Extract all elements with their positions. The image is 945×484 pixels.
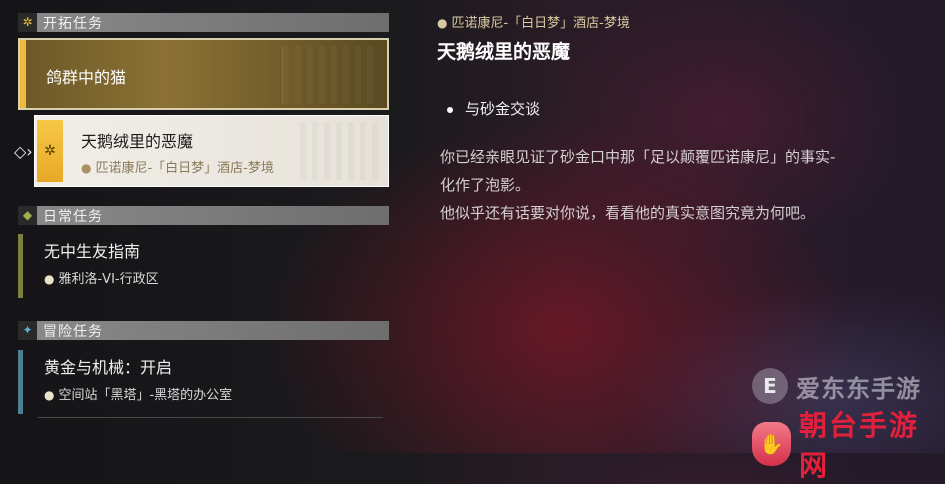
category-header-daily: ◆ 日常任务 — [18, 206, 389, 225]
mission-title: 天鹅绒里的恶魔 — [81, 132, 194, 151]
category-label: 日常任务 — [43, 208, 103, 225]
trailblaze-icon: ✲ — [18, 13, 37, 32]
objective-text: 与砂金交谈 — [465, 100, 541, 118]
mission-item-friend[interactable]: 无中生友指南 ● 雅利洛-VI-行政区 — [18, 232, 389, 300]
location-pin-icon: ● — [437, 16, 448, 30]
mission-title: 无中生友指南 — [44, 242, 141, 261]
detail-location: ● 匹诺康尼-「白日梦」酒店-梦境 — [437, 16, 630, 31]
hand-logo-icon: ✋ — [752, 422, 791, 466]
mission-item-pigeon[interactable]: 鸽群中的猫 — [18, 38, 389, 110]
mission-title: 鸽群中的猫 — [46, 68, 127, 87]
category-header-trailblaze: ✲ 开拓任务 — [18, 13, 389, 32]
category-header-adventure: ✦ 冒险任务 — [18, 321, 389, 340]
watermark-text: 朝台手游网 — [798, 409, 919, 482]
location-pin-icon: ● — [44, 272, 55, 286]
watermark-text: 爱东东手游 — [796, 374, 921, 403]
selected-pointer-icon: ◇› — [14, 142, 33, 161]
watermark-site2: ✋ 朝台手游网 — [752, 404, 945, 484]
category-label: 冒险任务 — [43, 323, 103, 340]
description-line: 你已经亲眼见证了砂金口中那「足以颠覆匹诺康尼」的事实- — [440, 148, 836, 166]
location-pin-icon: ● — [44, 388, 55, 402]
mission-item-gold[interactable]: 黄金与机械：开启 ● 空间站「黑塔」-黑塔的办公室 — [18, 348, 389, 418]
watermark-logo-icon: E — [752, 368, 788, 404]
list-divider — [38, 417, 383, 418]
detail-title: 天鹅绒里的恶魔 — [437, 41, 571, 63]
bullet-icon — [447, 106, 453, 113]
mission-location: ● 雅利洛-VI-行政区 — [44, 272, 159, 287]
detail-description: 你已经亲眼见证了砂金口中那「足以颠覆匹诺康尼」的事实- 化作了泡影。 他似乎还有… — [440, 143, 945, 227]
mission-accent-bar — [20, 40, 26, 108]
mission-item-swan[interactable]: ✲ 天鹅绒里的恶魔 ● 匹诺康尼-「白日梦」酒店-梦境 — [34, 115, 389, 187]
mission-list-panel: ✲ 开拓任务 鸽群中的猫 ◇› ✲ 天鹅绒里的恶魔 ● 匹诺康尼-「白日梦」酒店-… — [0, 0, 400, 453]
trailblaze-mission-icon: ✲ — [37, 120, 63, 182]
description-line: 化作了泡影。 — [440, 176, 531, 194]
mission-accent-bar — [18, 234, 23, 298]
mission-decoration — [282, 46, 373, 104]
mission-title: 黄金与机械：开启 — [44, 358, 173, 377]
adventure-icon: ✦ — [18, 321, 37, 340]
category-label: 开拓任务 — [43, 15, 103, 32]
mission-location: ● 空间站「黑塔」-黑塔的办公室 — [44, 388, 233, 403]
watermark-site1: E 爱东东手游 — [752, 368, 921, 404]
objective-item: 与砂金交谈 — [447, 98, 540, 119]
mission-location: ● 匹诺康尼-「白日梦」酒店-梦境 — [81, 161, 274, 176]
location-pin-icon: ● — [81, 161, 92, 175]
description-line: 他似乎还有话要对你说，看看他的真实意图究竟为何吧。 — [440, 204, 816, 222]
mission-accent-bar — [18, 350, 23, 414]
mission-decoration — [300, 122, 380, 180]
daily-icon: ◆ — [18, 206, 37, 225]
